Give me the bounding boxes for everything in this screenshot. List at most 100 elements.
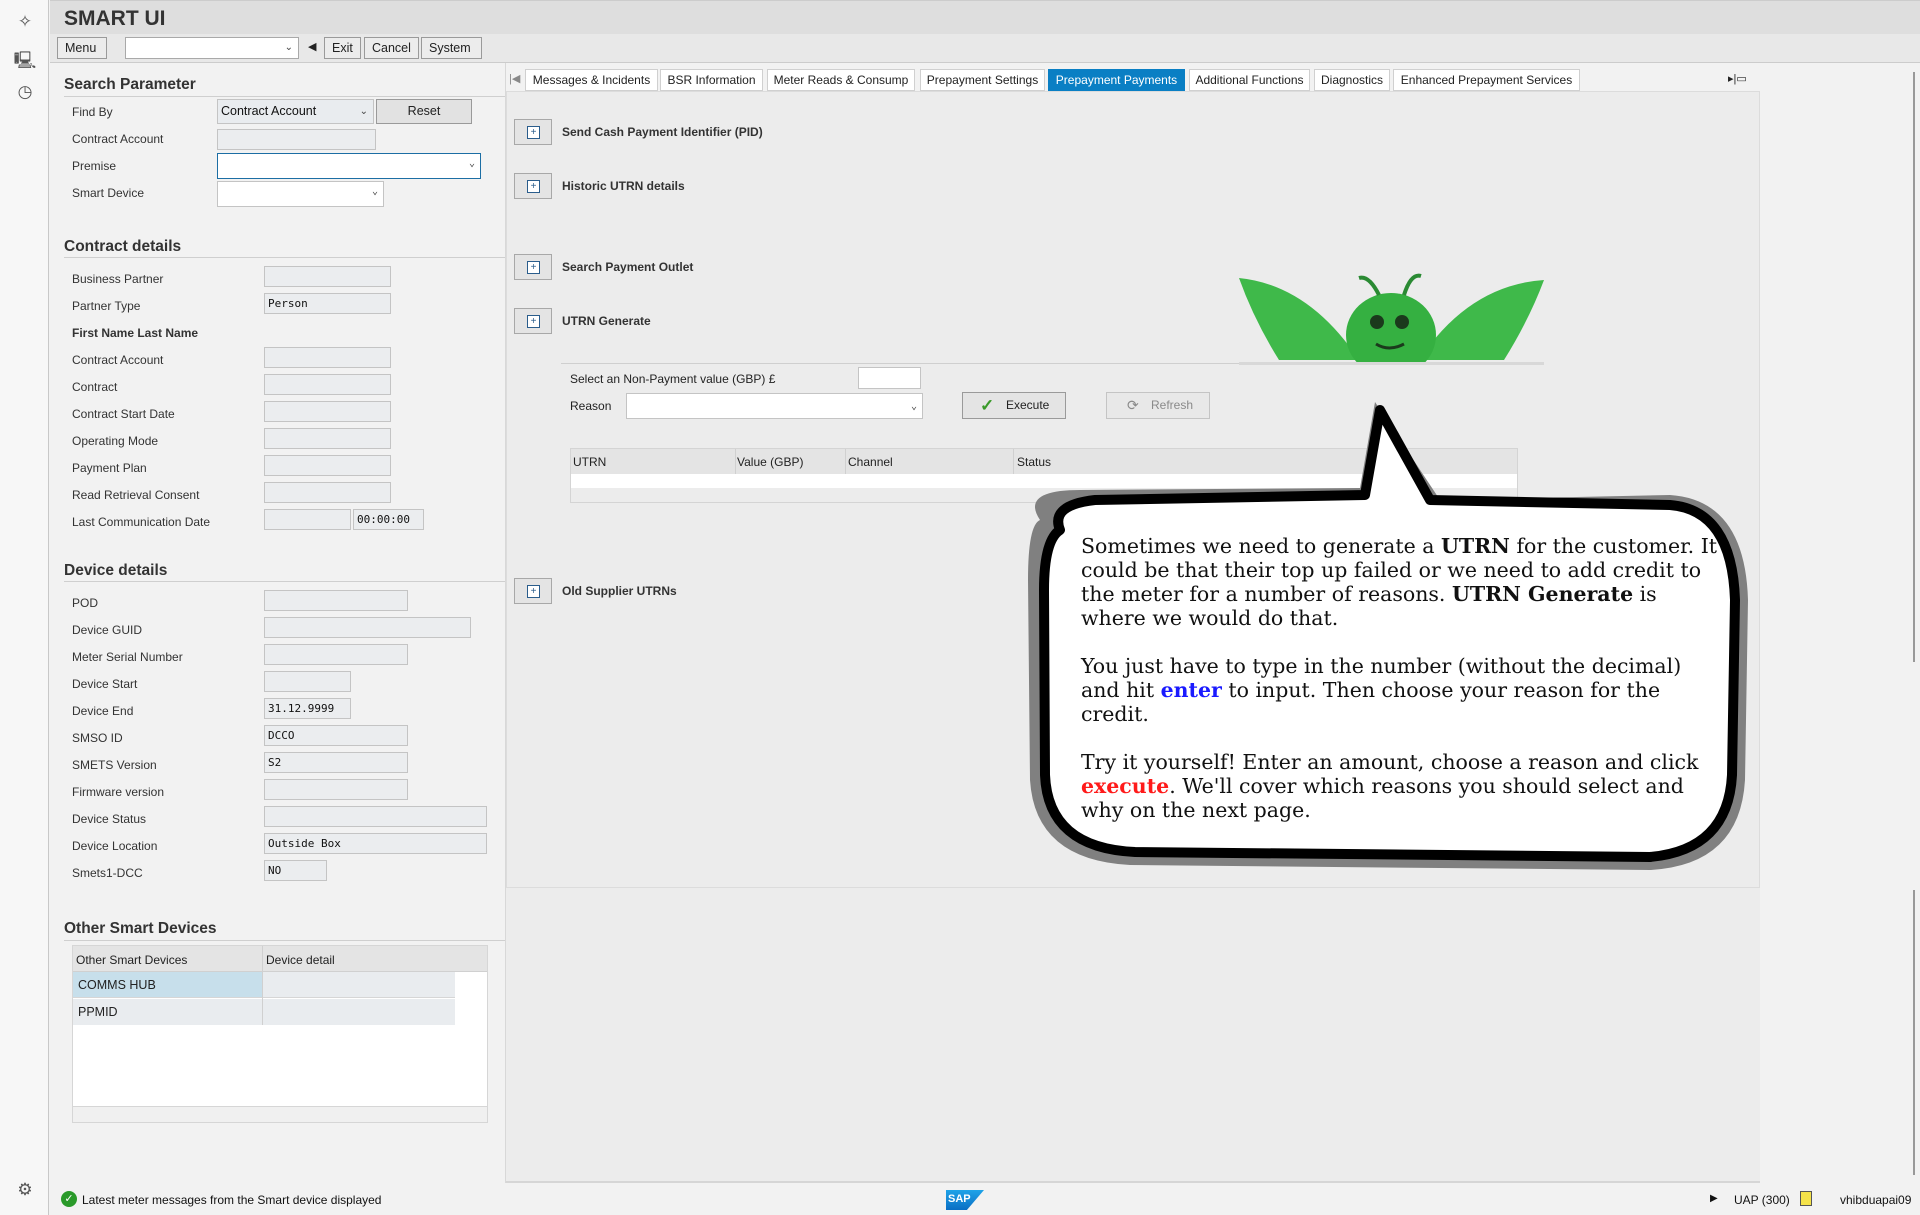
action-button[interactable]: + — [514, 254, 552, 280]
field-label: Read Retrieval Consent — [72, 488, 200, 502]
action-button[interactable]: + — [514, 308, 552, 334]
cancel-button[interactable]: Cancel — [364, 37, 419, 59]
table-row-cell[interactable] — [263, 999, 455, 1025]
table-row-cell[interactable]: COMMS HUB — [73, 972, 262, 998]
reason-select[interactable]: ⌄ — [626, 393, 923, 419]
tab-bsr-information[interactable]: BSR Information — [660, 69, 763, 91]
field-label: Device Location — [72, 839, 158, 853]
field-value: Person — [264, 293, 391, 314]
logo-text: SAP — [948, 1193, 971, 1205]
text-bold: UTRN Generate — [1451, 582, 1634, 606]
leaf-left — [1239, 278, 1359, 360]
expand-arrow-icon[interactable]: ▶ — [1710, 1193, 1718, 1204]
reset-label: Reset — [407, 104, 441, 118]
table-row-cell[interactable] — [263, 972, 455, 998]
tab-list-icon[interactable]: ▸|▭ — [1728, 72, 1747, 85]
field-label: Operating Mode — [72, 434, 159, 448]
device-name: PPMID — [78, 1005, 118, 1019]
field-label: Partner Type — [72, 299, 141, 313]
tab-prepayment-payments[interactable]: Prepayment Payments — [1048, 69, 1185, 91]
sparkle-icon[interactable]: ✧ — [13, 12, 37, 36]
bubble-text: Sometimes we need to generate a UTRN for… — [1081, 534, 1721, 846]
action-button[interactable]: + — [514, 119, 552, 145]
clock-icon[interactable]: ◷ — [13, 82, 37, 106]
add-document-icon: + — [527, 315, 540, 328]
other-devices-table: Other Smart Devices Device detail COMMS … — [72, 945, 488, 1123]
table-footer — [73, 1106, 487, 1122]
scrollbar[interactable] — [1913, 890, 1915, 1175]
smart-device-label: Smart Device — [72, 186, 145, 200]
find-by-select[interactable]: Contract Account ⌄ — [217, 99, 374, 124]
title-bar: SMART UI — [50, 0, 1920, 34]
computer-icon[interactable]: 🖳 — [13, 48, 37, 72]
tab-messages-incidents[interactable]: Messages & Incidents — [525, 69, 658, 91]
field-label: Smets1-DCC — [72, 866, 143, 880]
field-label: Device GUID — [72, 623, 143, 637]
premise-select[interactable]: ⌄ — [217, 153, 481, 179]
add-document-icon: + — [527, 585, 540, 598]
system-button[interactable]: System — [421, 37, 482, 59]
action-button[interactable]: + — [514, 578, 552, 604]
action-label: Search Payment Outlet — [562, 260, 694, 274]
reset-button[interactable]: Reset — [376, 99, 472, 124]
field-label: Contract Start Date — [72, 407, 175, 421]
add-document-icon: + — [527, 180, 540, 193]
column-header: Channel — [848, 455, 893, 469]
tab-prepayment-settings[interactable]: Prepayment Settings — [920, 69, 1045, 91]
value-input[interactable] — [858, 367, 921, 389]
field-label: POD — [72, 596, 99, 610]
tab-diagnostics[interactable]: Diagnostics — [1314, 69, 1390, 91]
device-name: COMMS HUB — [78, 978, 156, 992]
contract-account-input[interactable] — [217, 129, 376, 150]
divider — [64, 96, 505, 97]
gear-icon[interactable]: ⚙ — [13, 1180, 37, 1204]
action-button[interactable]: + — [514, 173, 552, 199]
find-by-value: Contract Account — [221, 104, 317, 118]
tab-enhanced-prepayment-services[interactable]: Enhanced Prepayment Services — [1393, 69, 1580, 91]
system-label: System — [429, 41, 471, 55]
value-label: Select an Non-Payment value (GBP) £ — [570, 372, 776, 386]
field-label: Business Partner — [72, 272, 164, 286]
table-row-cell[interactable]: PPMID — [73, 999, 262, 1025]
text: Try it yourself! Enter an amount, choose… — [1081, 750, 1699, 774]
bubble-paragraph: Sometimes we need to generate a UTRN for… — [1081, 534, 1721, 630]
field-label: Contract — [72, 380, 118, 394]
smart-device-select[interactable]: ⌄ — [217, 181, 384, 207]
sap-logo: SAP — [946, 1190, 984, 1210]
field-value — [264, 617, 471, 638]
command-field[interactable]: ⌄ — [125, 37, 299, 59]
field-value — [264, 374, 391, 395]
field-value — [264, 644, 408, 665]
field-value — [264, 482, 391, 503]
field-label: Device Start — [72, 677, 138, 691]
menu-button[interactable]: Menu — [57, 37, 107, 59]
divider — [64, 581, 505, 582]
system-info: UAP (300) — [1734, 1193, 1790, 1207]
leaf-right — [1419, 280, 1544, 360]
document-icon[interactable] — [1800, 1191, 1812, 1206]
tab-additional-functions[interactable]: Additional Functions — [1189, 69, 1310, 91]
field-value — [264, 779, 408, 800]
field-value: S2 — [264, 752, 408, 773]
bubble-paragraph: You just have to type in the number (wit… — [1081, 654, 1721, 726]
exit-button[interactable]: Exit — [324, 37, 361, 59]
tab-meter-reads-consump[interactable]: Meter Reads & Consump — [767, 69, 915, 91]
divider — [64, 257, 505, 258]
toolbar: Menu ⌄ ◀ Exit Cancel System — [50, 34, 1920, 63]
first-tab-icon[interactable]: |◀ — [509, 72, 520, 85]
field-label: First Name Last Name — [72, 326, 199, 340]
contract-account-label: Contract Account — [72, 132, 164, 146]
action-label: Old Supplier UTRNs — [562, 584, 677, 598]
action-label: UTRN Generate — [562, 314, 651, 328]
field-value — [264, 806, 487, 827]
scrollbar[interactable] — [1913, 72, 1915, 662]
text: Sometimes we need to generate a — [1081, 534, 1441, 558]
text-enter: enter — [1160, 678, 1222, 702]
status-message: Latest meter messages from the Smart dev… — [82, 1193, 382, 1207]
field-label: Firmware version — [72, 785, 165, 799]
field-label: Device Status — [72, 812, 147, 826]
field-label: SMSO ID — [72, 731, 123, 745]
other-devices-heading: Other Smart Devices — [64, 920, 217, 937]
back-arrow-icon[interactable]: ◀ — [308, 40, 316, 53]
reason-label: Reason — [570, 399, 612, 413]
